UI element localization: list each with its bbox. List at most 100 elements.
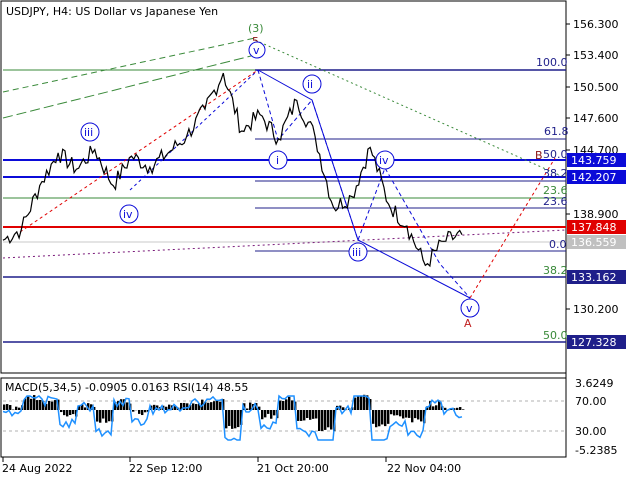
- macd-bar: [9, 405, 12, 410]
- macd-bar: [387, 410, 390, 424]
- macd-bar: [60, 410, 63, 413]
- macd-bar: [285, 399, 288, 410]
- macd-histogram: [3, 394, 465, 432]
- wave-label-iii-left: iii: [84, 126, 93, 139]
- fib-100: 100.0: [536, 56, 568, 69]
- fib-50: 50.0: [543, 148, 568, 161]
- macd-bar: [144, 410, 147, 413]
- macd-bar: [408, 410, 411, 418]
- macd-bar: [402, 410, 405, 419]
- macd-bar: [27, 396, 30, 410]
- macd-bar: [282, 400, 285, 410]
- red-impulse-guide: [19, 69, 259, 233]
- macd-bar: [72, 410, 75, 415]
- fib-0: 0.0: [549, 238, 567, 251]
- price-tick: 150.500: [573, 81, 619, 94]
- macd-bar: [102, 410, 105, 419]
- chart-canvas[interactable]: USDJPY, H4: US Dollar vs Japanese Yen (3…: [0, 0, 640, 480]
- macd-bar: [96, 410, 99, 422]
- macd-bar: [228, 410, 231, 426]
- macd-bar: [321, 410, 324, 431]
- lower-trend-green: [2, 54, 256, 119]
- macd-bar: [267, 410, 270, 414]
- fib-labels: 100.0 61.8 50.0 38.2 23.6 23.6 0.0 38.2 …: [536, 56, 569, 342]
- chart-window[interactable]: USDJPY, H4: US Dollar vs Japanese Yen (3…: [0, 0, 640, 480]
- macd-bar: [363, 394, 366, 410]
- macd-bar: [231, 410, 234, 429]
- macd-bar: [6, 404, 9, 410]
- macd-bar: [396, 410, 399, 416]
- time-axis: 24 Aug 2022 22 Sep 12:00 21 Oct 20:00 22…: [2, 457, 461, 475]
- macd-bar: [195, 404, 198, 410]
- macd-bar: [414, 410, 417, 419]
- macd-bar: [264, 410, 267, 418]
- indicator-tick: 30.00: [575, 425, 607, 438]
- macd-bar: [309, 410, 312, 420]
- macd-bar: [249, 402, 252, 410]
- indicator-title: MACD(5,34,5) -0.0905 0.0163 RSI(14) 48.5…: [5, 381, 248, 394]
- macd-bar: [192, 403, 195, 410]
- wave-label-v-top: v: [253, 44, 260, 57]
- macd-bar: [297, 410, 300, 421]
- macd-bar: [246, 408, 249, 410]
- macd-bar: [312, 410, 315, 419]
- macd-bar: [432, 406, 435, 410]
- macd-bar: [66, 410, 69, 417]
- macd-bar: [372, 410, 375, 424]
- macd-bar: [69, 410, 72, 415]
- price-series-line: [2, 72, 463, 268]
- price-tag-142207: 142.207: [571, 171, 617, 184]
- macd-bar: [384, 410, 387, 427]
- macd-bar: [411, 410, 414, 423]
- price-tag-133162: 133.162: [571, 271, 617, 284]
- macd-bar: [306, 410, 309, 418]
- blue-wave-down-guide: [257, 69, 471, 299]
- time-label: 22 Sep 12:00: [129, 462, 202, 475]
- wave-label-iii-right: iii: [352, 246, 361, 259]
- time-label: 21 Oct 20:00: [257, 462, 329, 475]
- macd-bar: [225, 410, 228, 429]
- purple-dotted-base: [2, 229, 567, 259]
- price-tags: 143.759 142.207 137.848 136.559 133.162 …: [567, 153, 626, 349]
- macd-bar: [417, 410, 420, 420]
- price-tick: 138.900: [573, 208, 619, 221]
- upper-trend-green: [2, 37, 256, 93]
- price-tag-143759: 143.759: [571, 154, 617, 167]
- macd-bar: [342, 407, 345, 410]
- fib-50-lower: 50.0: [543, 329, 568, 342]
- macd-bar: [318, 410, 321, 431]
- fib-23-6-navy: 23.6: [543, 195, 568, 208]
- wave-label-B: B: [535, 149, 543, 162]
- indicator-tick: -5.2385: [575, 444, 617, 457]
- macd-bar: [12, 409, 15, 411]
- macd-bar: [456, 407, 459, 410]
- macd-bar: [126, 402, 129, 410]
- indicator-tick: 70.00: [575, 395, 607, 408]
- macd-bar: [261, 410, 264, 420]
- green-dotted-fall: [254, 39, 567, 179]
- price-tag-136559: 136.559: [571, 236, 617, 249]
- macd-bar: [132, 410, 135, 412]
- macd-bar: [273, 410, 276, 416]
- macd-bar: [15, 406, 18, 410]
- wave-label-ii: ii: [307, 78, 313, 91]
- macd-bar: [462, 409, 465, 410]
- price-tick: 147.600: [573, 112, 619, 125]
- macd-bar: [234, 410, 237, 429]
- macd-bar: [354, 397, 357, 410]
- time-label: 24 Aug 2022: [2, 462, 72, 475]
- macd-bar: [36, 400, 39, 410]
- chart-title: USDJPY, H4: US Dollar vs Japanese Yen: [6, 5, 218, 18]
- macd-bar: [444, 407, 447, 410]
- macd-bar: [399, 410, 402, 417]
- macd-bar: [381, 410, 384, 425]
- macd-bar: [183, 402, 186, 410]
- macd-bar: [303, 410, 306, 421]
- macd-bar: [108, 410, 111, 422]
- macd-bar: [186, 403, 189, 410]
- price-tag-137848: 137.848: [571, 221, 617, 234]
- wave-label-A: A: [464, 317, 472, 330]
- macd-bar: [279, 400, 282, 410]
- macd-bar: [291, 400, 294, 410]
- macd-bar: [138, 410, 141, 414]
